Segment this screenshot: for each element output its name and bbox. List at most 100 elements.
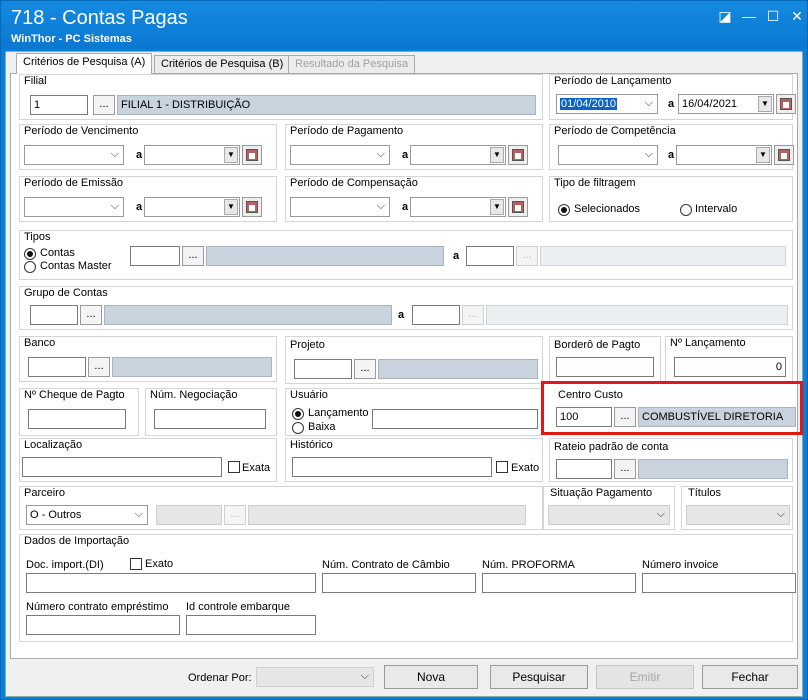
dropdown-arrow-icon: ▼ [490,199,504,215]
calendar-icon[interactable] [242,145,262,165]
maximize-button[interactable]: ☐ [763,7,783,25]
projeto-search-button[interactable]: ... [354,359,376,379]
usuario-input[interactable] [372,409,538,429]
titulos-select[interactable]: ⌵ [686,505,790,525]
negociacao-label: Núm. Negociação [150,389,238,401]
competencia-from-date[interactable]: ⌵ [558,145,658,165]
radio-lancamento-label: Lançamento [308,407,369,419]
localizacao-exata-checkbox[interactable] [228,461,240,473]
radio-intervalo[interactable] [680,204,692,216]
calendar-icon[interactable] [774,145,794,165]
tab-resultado: Resultado da Pesquisa [288,55,416,73]
tipos-from-search-button[interactable]: ... [182,246,204,266]
emissao-to-date[interactable]: ▼ [144,197,240,217]
tab-criterios-b[interactable]: Critérios de Pesquisa (B) [154,55,291,73]
emitir-button[interactable]: Emitir [596,665,694,689]
ordenar-select[interactable]: ⌵ [256,667,374,687]
historico-label: Histórico [290,439,333,451]
localizacao-group: Localização Exata [19,438,277,482]
radio-contas-master-label: Contas Master [40,260,112,272]
compensacao-label: Período de Compensação [290,177,418,189]
rateio-search-button[interactable]: ... [614,459,636,479]
calendar-icon[interactable] [242,197,262,217]
contrato-cambio-label: Núm. Contrato de Câmbio [322,559,450,571]
rateio-label: Rateio padrão de conta [554,441,669,453]
localizacao-input[interactable] [22,457,222,477]
pagamento-to-date[interactable]: ▼ [410,145,506,165]
radio-selecionados[interactable] [558,204,570,216]
vencimento-to-date[interactable]: ▼ [144,145,240,165]
titulos-group: Títulos ⌵ [681,486,793,530]
banco-name-field [112,357,272,377]
emprestimo-input[interactable] [26,615,180,635]
invoice-label: Número invoice [642,559,719,571]
bordero-label: Borderô de Pagto [554,339,641,351]
calendar-icon[interactable] [776,94,796,114]
doc-import-exato-checkbox[interactable] [130,558,142,570]
fechar-button[interactable]: Fechar [702,665,798,689]
negociacao-input[interactable] [154,409,266,429]
banco-search-button[interactable]: ... [88,357,110,377]
pesquisar-button[interactable]: Pesquisar [490,665,588,689]
proforma-input[interactable] [482,573,636,593]
grupo-to-input[interactable] [412,305,460,325]
parceiro-select[interactable]: O - Outros ⌵ [26,505,148,525]
compensacao-group: Período de Compensação ⌵ a ▼ [285,176,543,222]
doc-import-label: Doc. import.(DI) [26,559,104,571]
situacao-select[interactable]: ⌵ [548,505,670,525]
nova-button[interactable]: Nova [384,665,478,689]
minimize-button[interactable]: — [739,7,759,25]
vencimento-from-date[interactable]: ⌵ [24,145,124,165]
parceiro-select-value: O - Outros [30,509,82,521]
rateio-code-input[interactable] [556,459,612,479]
competencia-to-date[interactable]: ▼ [676,145,772,165]
contrato-cambio-input[interactable] [322,573,476,593]
bordero-input[interactable] [556,357,654,377]
compensacao-to-date[interactable]: ▼ [410,197,506,217]
restore-icon[interactable]: ◪ [715,7,735,25]
lancamento-to-date[interactable]: 16/04/2021 ▼ [678,94,774,114]
calendar-icon[interactable] [508,197,528,217]
invoice-input[interactable] [642,573,796,593]
close-button[interactable]: ✕ [787,7,807,25]
importacao-group: Dados de Importação Doc. import.(DI) Exa… [19,534,796,642]
historico-exato-checkbox[interactable] [496,461,508,473]
emissao-from-date[interactable]: ⌵ [24,197,124,217]
embarque-input[interactable] [186,615,316,635]
grupo-to-search-button[interactable]: ... [462,305,484,325]
tipos-from-input[interactable] [130,246,180,266]
parceiro-group: Parceiro O - Outros ⌵ ... [19,486,543,530]
emissao-group: Período de Emissão ⌵ a ▼ [19,176,277,222]
filial-code-input[interactable]: 1 [30,95,88,115]
tab-criterios-a[interactable]: Critérios de Pesquisa (A) [16,53,153,74]
radio-contas[interactable] [24,248,36,260]
tipos-to-input[interactable] [466,246,514,266]
grupo-from-search-button[interactable]: ... [80,305,102,325]
pagamento-from-date[interactable]: ⌵ [290,145,390,165]
filial-search-button[interactable]: ... [93,95,115,115]
grupo-from-input[interactable] [30,305,78,325]
banco-code-input[interactable] [28,357,86,377]
emissao-a-label: a [136,201,143,213]
nlanc-input[interactable]: 0 [674,357,786,377]
radio-lancamento[interactable] [292,408,304,420]
calendar-icon[interactable] [508,145,528,165]
historico-input[interactable] [292,457,492,477]
doc-import-input[interactable] [26,573,316,593]
projeto-code-input[interactable] [294,359,352,379]
tipos-group: Tipos Contas Contas Master ... a ... [19,230,793,280]
nlanc-label: Nº Lançamento [670,337,746,349]
app-window: 718 - Contas Pagas WinThor - PC Sistemas… [0,0,808,700]
lancamento-from-date[interactable]: 01/04/2010 ⌵ [556,94,658,114]
tipos-to-search-button[interactable]: ... [516,246,538,266]
tipos-label: Tipos [24,231,51,243]
rateio-group: Rateio padrão de conta ... [549,438,793,482]
competencia-a-label: a [668,149,675,161]
parceiro-code-input[interactable] [156,505,222,525]
usuario-label: Usuário [290,389,328,401]
parceiro-search-button[interactable]: ... [224,505,246,525]
radio-contas-master[interactable] [24,261,36,273]
cheque-input[interactable] [28,409,126,429]
compensacao-from-date[interactable]: ⌵ [290,197,390,217]
radio-baixa[interactable] [292,422,304,434]
